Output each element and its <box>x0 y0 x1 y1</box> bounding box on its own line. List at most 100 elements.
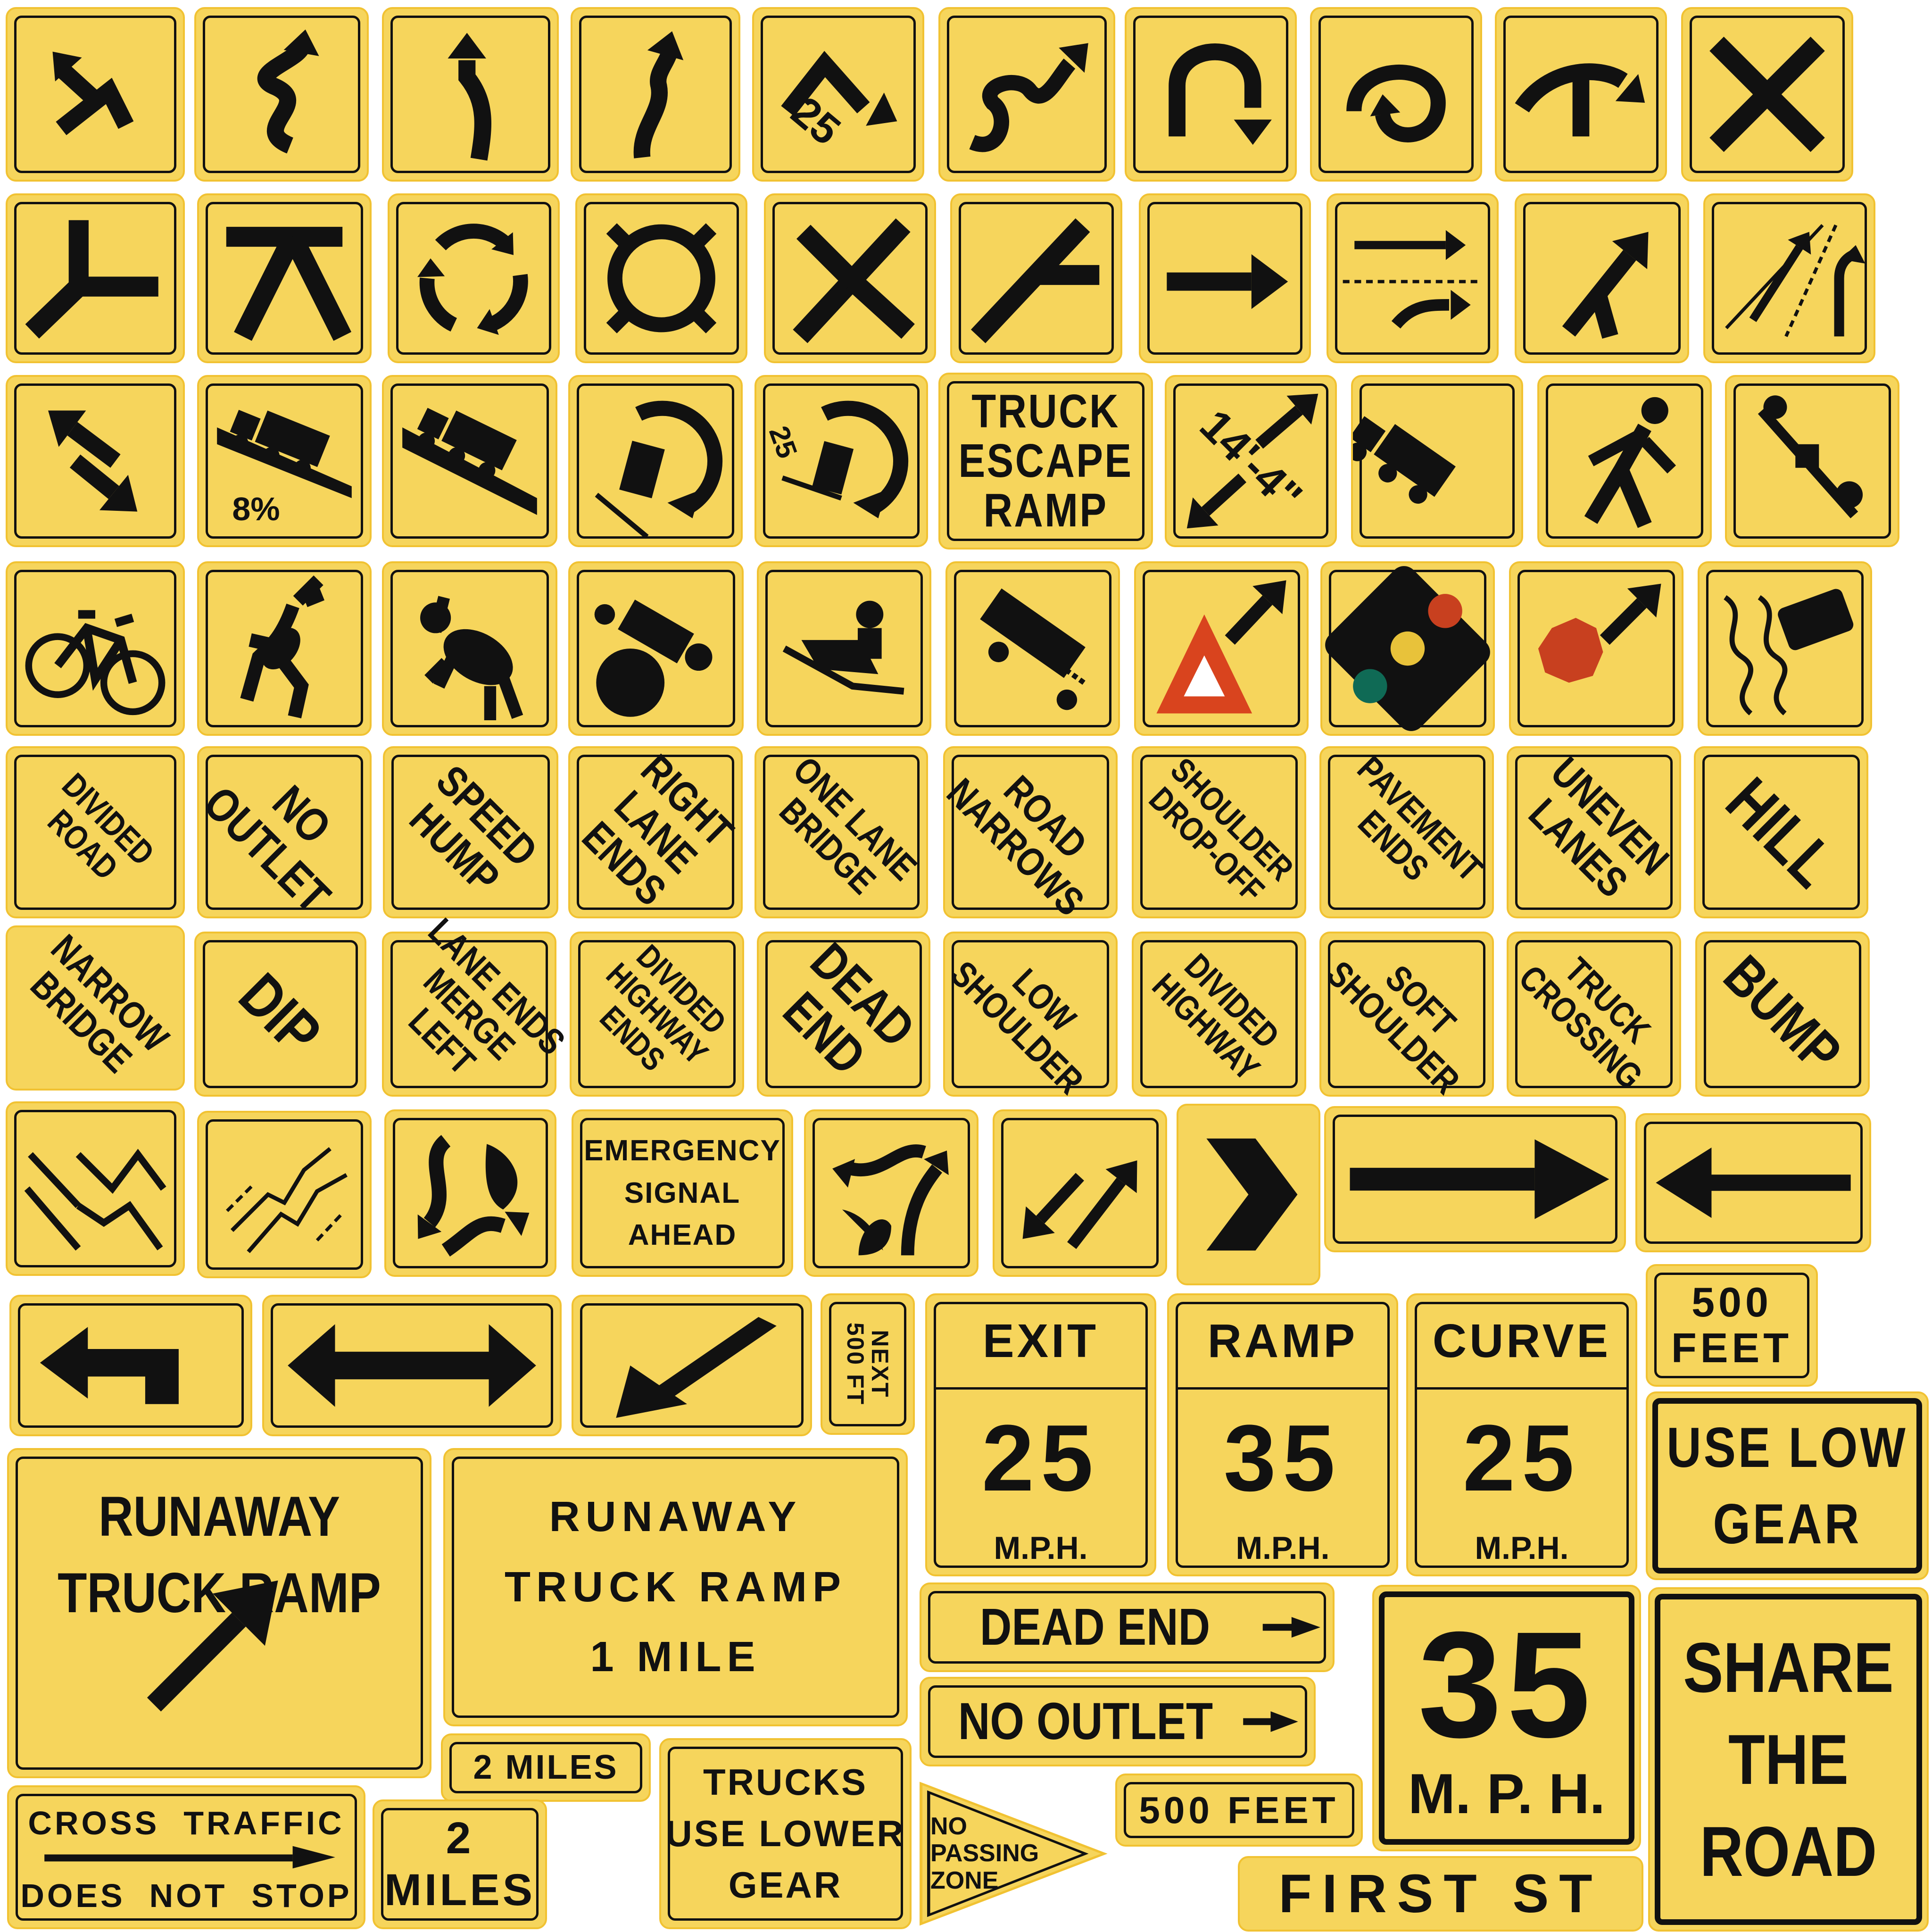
sign-row6-5: DEAD END <box>757 932 930 1097</box>
sign-row7-4: EMERGENCY SIGNAL AHEAD <box>572 1109 793 1277</box>
word-sign-legend: HILL <box>1672 723 1890 941</box>
sign-row7-3 <box>384 1109 556 1277</box>
word-sign-legend: UNEVEN LANES <box>1485 723 1703 941</box>
sign-row4-8 <box>1320 561 1495 736</box>
legend-line: 25 <box>763 422 804 463</box>
first-street-sign: FIRST ST <box>1238 1856 1643 1932</box>
sign-row3-7: 14'-4" <box>1165 375 1337 547</box>
dead-end-arrow-sign: DEAD END <box>920 1582 1335 1672</box>
legend-line: DIVIDED HIGHWAY <box>1144 946 1287 1089</box>
sign-row3-4 <box>568 375 743 547</box>
sign-row4-2 <box>197 561 372 736</box>
truck-crossing-icon <box>1353 416 1456 504</box>
no-outlet-arrow-sign: NO OUTLET <box>920 1677 1316 1766</box>
sign-row5-5: ONE LANE BRIDGE <box>755 746 928 918</box>
sign-row3-2: 8% <box>197 375 372 547</box>
legend-line: LANE ENDS MERGE LEFT <box>401 910 573 1083</box>
double-arrow-icon <box>288 1324 536 1407</box>
legend-line: USE LOW <box>1667 1416 1908 1479</box>
two-miles-stacked-sign: 2 MILES <box>373 1799 547 1929</box>
word-sign-legend: LOW SHOULDER <box>924 908 1137 1121</box>
legend-line: GEAR <box>728 1864 843 1906</box>
word-sign-legend: DIVIDED HIGHWAY <box>1112 908 1326 1121</box>
feet-distance-legend: 500 FEET <box>1648 1266 1816 1385</box>
emergency-signal-legend: EMERGENCY SIGNAL AHEAD <box>573 1111 791 1275</box>
legend-line: DOES NOT STOP <box>20 1877 352 1914</box>
sign-row2-8 <box>1327 193 1499 363</box>
curve-left-icon <box>448 33 491 161</box>
ramp-speed-value: 35 <box>1223 1406 1342 1511</box>
sign-row4-9 <box>1509 561 1683 736</box>
legend-line: USE LOWER <box>665 1812 905 1854</box>
turn-right-icon <box>52 51 134 135</box>
sign-row2-6 <box>950 193 1122 363</box>
divided-split-icon <box>417 1135 530 1257</box>
sign-row1-3 <box>382 7 559 182</box>
sign-row4-7 <box>1134 561 1309 736</box>
legend-line: AHEAD <box>628 1219 737 1252</box>
lane-shift-icon <box>1343 230 1483 329</box>
word-sign-legend: SHOULDER DROP-OFF <box>1110 723 1328 941</box>
legend-line: TRUCKS <box>703 1761 868 1803</box>
word-sign-legend: ROAD NARROWS <box>921 723 1139 941</box>
sign-row5-6: ROAD NARROWS <box>938 746 1118 924</box>
arrow-right-icon <box>1167 254 1288 309</box>
stop-ahead-icon <box>1538 583 1661 683</box>
sign-row6-9: TRUCK CROSSING <box>1507 932 1681 1097</box>
sign-row6-8: SOFT SHOULDER <box>1319 932 1494 1102</box>
sign-row6-7: DIVIDED HIGHWAY <box>1132 932 1306 1097</box>
sign-row2-9 <box>1515 193 1689 363</box>
speed-value: 35 <box>1418 1599 1595 1769</box>
legend-line: DIVIDED HIGHWAY ENDS <box>593 937 734 1078</box>
curve-speed-sign: CURVE 25 M.P.H. <box>1406 1293 1637 1576</box>
legend-line: RAMP <box>983 484 1108 537</box>
legend-line: NO OUTLET <box>958 1692 1213 1751</box>
legend-line: ROAD NARROWS <box>938 767 1095 924</box>
sign-row7-1 <box>6 1101 185 1276</box>
playground-icon <box>1758 395 1863 518</box>
runaway-truck-ramp-mile-sign: RUNAWAY TRUCK RAMP 1 MILE <box>443 1448 908 1726</box>
dead-end-legend: DEAD END <box>952 1584 1302 1670</box>
sign-row7-2 <box>197 1111 372 1278</box>
lane-shift-right-icon <box>24 1149 166 1251</box>
sign-row2-7 <box>1139 193 1311 363</box>
word-sign-legend: SOFT SHOULDER <box>1300 908 1513 1121</box>
two-miles-sign: 2 MILES <box>441 1733 651 1802</box>
legend-line: FEET <box>1671 1324 1792 1371</box>
yield-ahead-icon <box>1156 580 1286 714</box>
word-sign-legend: NARROW BRIDGE <box>0 900 203 1116</box>
legend-line: PAVEMENT ENDS <box>1350 748 1491 890</box>
legend-line: RIGHT LANE ENDS <box>573 745 742 915</box>
legend-line: ROAD <box>1700 1811 1877 1891</box>
merge-curve-icon <box>832 1144 949 1256</box>
legend-line: TRUCK RAMP <box>505 1563 846 1611</box>
legend-line: 500 FEET <box>1139 1789 1339 1831</box>
legend-line: 14'-4" <box>1190 400 1312 522</box>
no-passing-legend: NO PASSING ZONE <box>917 1781 1108 1927</box>
cracked-lanes-icon <box>226 1147 348 1253</box>
deer-icon <box>240 575 325 718</box>
share-the-road-sign: SHARE THE ROAD <box>1648 1587 1929 1932</box>
arrow-left-icon <box>1656 1147 1851 1218</box>
sign-row7-7 <box>1177 1104 1320 1285</box>
legend-line: 25 <box>782 87 849 154</box>
legend-line: TRUCK RAMP <box>58 1561 381 1624</box>
legend-line: TRUCK <box>971 385 1120 438</box>
legend-line: UNEVEN LANES <box>1519 748 1678 907</box>
legend-line: THE <box>1728 1719 1849 1799</box>
legend-line: BUMP <box>1712 943 1853 1085</box>
word-sign-legend: RIGHT LANE ENDS <box>547 723 764 941</box>
large-arrow-right-icon <box>1350 1139 1609 1219</box>
trucks-use-lower-gear-sign: TRUCKS USE LOWER GEAR <box>659 1738 912 1929</box>
legend-line: DIVIDED ROAD <box>41 766 162 887</box>
sign-row1-8 <box>1310 7 1482 182</box>
sign-row7-9 <box>1635 1113 1871 1252</box>
feet-distance-sign: 500 FEET <box>1646 1264 1818 1387</box>
winding-road-icon <box>257 29 319 154</box>
use-low-gear-sign: USE LOW GEAR <box>1646 1391 1929 1580</box>
sign-row1-2 <box>194 7 369 182</box>
legend-line: 8% <box>232 490 280 527</box>
sign-row1-9 <box>1495 7 1667 182</box>
diagonal-arrow-sign <box>572 1295 812 1436</box>
two-miles-legend: 2 MILES <box>443 1735 649 1800</box>
